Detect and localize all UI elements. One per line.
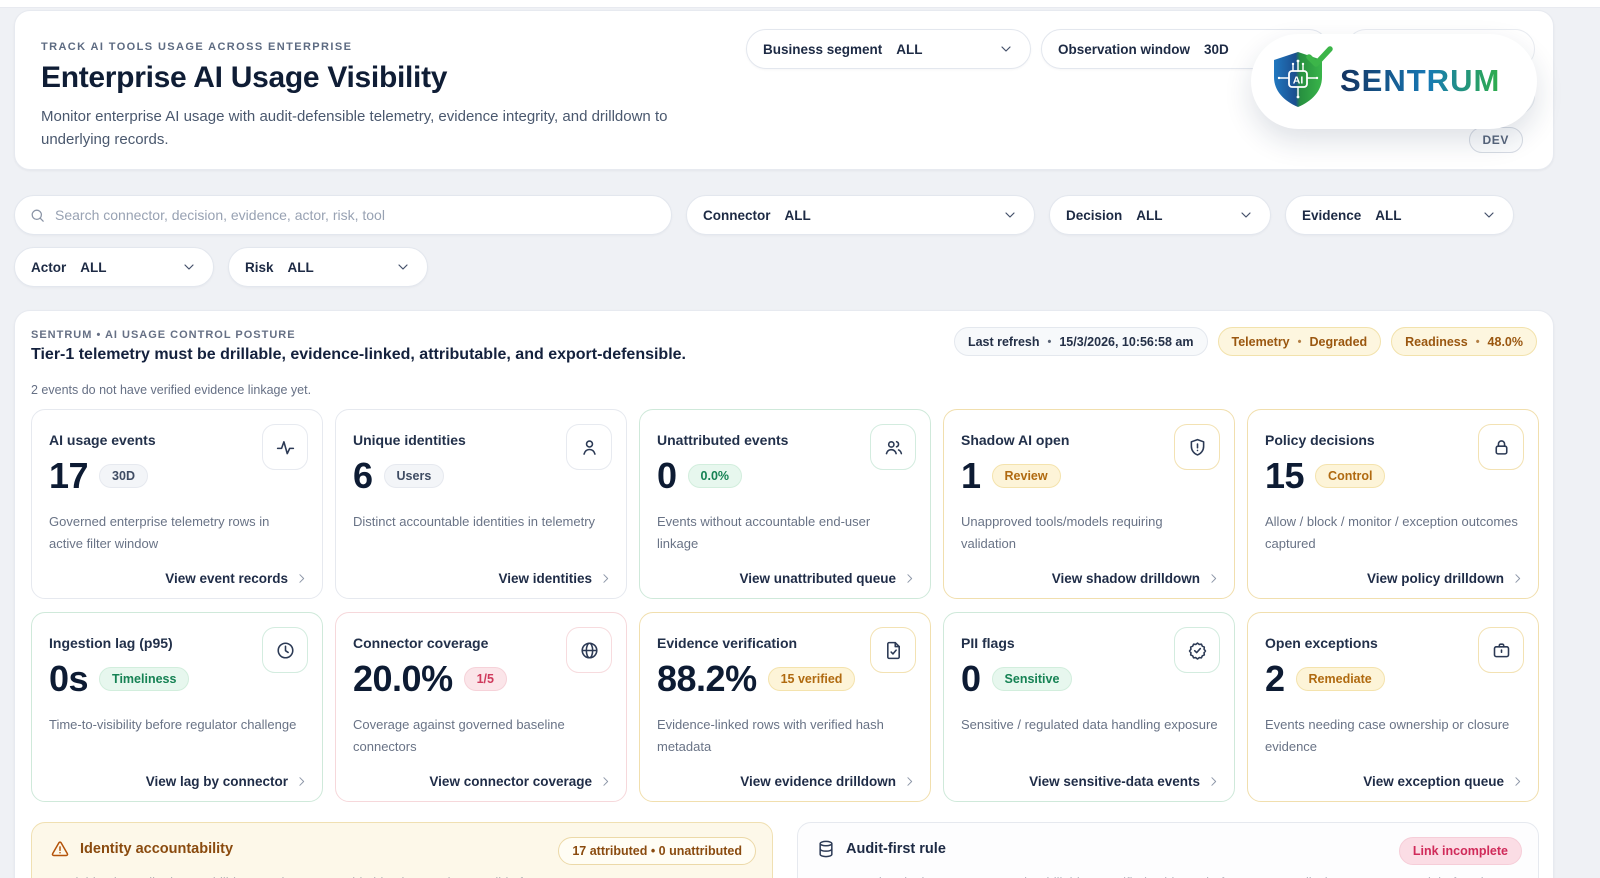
view-identities-link[interactable]: View identities [498, 571, 612, 586]
connector-dropdown[interactable]: Connector ALL [686, 195, 1035, 235]
chevron-right-icon [907, 777, 913, 786]
decision-dropdown[interactable]: Decision ALL [1049, 195, 1271, 235]
posture-headline: Tier-1 telemetry must be drillable, evid… [31, 346, 686, 363]
identity-accountability-banner: Identity accountability 17 attributed • … [31, 822, 773, 878]
view-sensitive-data-events-link[interactable]: View sensitive-data events [1029, 774, 1220, 789]
risk-dropdown[interactable]: Risk ALL [228, 247, 428, 287]
chevron-right-icon [1211, 574, 1217, 583]
sentrum-logo-graphic: AI SENTRUM [1274, 45, 1500, 107]
attribution-count-pill: 17 attributed • 0 unattributed [558, 837, 756, 865]
search-icon [31, 209, 44, 222]
observation-window-value: 30D [1204, 41, 1229, 57]
link-incomplete-pill: Link incomplete [1398, 837, 1522, 865]
kpi-card-ai-usage-events: AI usage events 17 30D Governed enterpris… [31, 409, 323, 599]
chevron-right-icon [1515, 777, 1521, 786]
env-badge: DEV [1468, 127, 1523, 153]
view-unattributed-queue-link[interactable]: View unattributed queue [739, 571, 916, 586]
clock-icon [262, 627, 308, 673]
chevron-down-icon [1241, 212, 1251, 218]
posture-card: SENTRUM • AI USAGE CONTROL POSTURE Tier-… [14, 310, 1554, 878]
posture-note: 2 events do not have verified evidence l… [31, 383, 312, 397]
dashboard-page: TRACK AI TOOLS USAGE ACROSS ENTERPRISE E… [0, 0, 1600, 878]
last-refresh-pill: Last refresh • 15/3/2026, 10:56:58 am [953, 327, 1208, 356]
top-edge-bar [0, 0, 1600, 8]
chevron-down-icon [398, 264, 408, 270]
check-icon [1306, 45, 1333, 67]
chevron-right-icon [907, 574, 913, 583]
file-check-icon [870, 627, 916, 673]
search-bar [14, 195, 672, 235]
kpi-card-shadow-ai-open: Shadow AI open 1 Review Unapproved tools/… [943, 409, 1235, 599]
chevron-right-icon [299, 777, 305, 786]
actor-dropdown[interactable]: Actor ALL [14, 247, 214, 287]
kpi-card-open-exceptions: Open exceptions 2 Remediate Events needin… [1247, 612, 1539, 802]
telemetry-status-pill: Telemetry • Degraded [1217, 327, 1382, 356]
view-lag-by-connector-link[interactable]: View lag by connector [146, 774, 308, 789]
chevron-down-icon [1484, 212, 1494, 218]
status-pills-row: Last refresh • 15/3/2026, 10:56:58 am Tele… [953, 327, 1537, 356]
header-card: TRACK AI TOOLS USAGE ACROSS ENTERPRISE E… [14, 10, 1554, 170]
page-subtitle: Monitor enterprise AI usage with audit-d… [41, 108, 668, 148]
brand-wordmark: SENTRUM [1340, 63, 1500, 98]
users-icon [870, 424, 916, 470]
globe-icon [566, 627, 612, 673]
user-icon [566, 424, 612, 470]
view-connector-coverage-link[interactable]: View connector coverage [429, 774, 612, 789]
business-segment-value: ALL [896, 41, 923, 57]
evidence-dropdown[interactable]: Evidence ALL [1285, 195, 1514, 235]
view-exception-queue-link[interactable]: View exception queue [1363, 774, 1524, 789]
chevron-right-icon [603, 574, 609, 583]
kpi-card-evidence-verification: Evidence verification 88.2% 15 verified E… [639, 612, 931, 802]
kpi-card-pii-flags: PII flags 0 Sensitive Sensitive / regulat… [943, 612, 1235, 802]
kpi-card-ingestion-lag: Ingestion lag (p95) 0s Timeliness Time-to… [31, 612, 323, 802]
banner-body: Track identity attribution so drilldown … [50, 873, 754, 878]
chevron-down-icon [1001, 46, 1011, 52]
chevron-right-icon [1515, 574, 1521, 583]
page-title: Enterprise AI Usage Visibility [41, 61, 448, 94]
badge-check-icon [1174, 627, 1220, 673]
chevron-down-icon [184, 264, 194, 270]
posture-eyebrow: SENTRUM • AI USAGE CONTROL POSTURE [31, 329, 296, 341]
chevron-down-icon [1005, 212, 1015, 218]
logo-monogram: AI [1293, 74, 1304, 86]
observation-window-label: Observation window [1058, 41, 1191, 57]
view-event-records-link[interactable]: View event records [165, 571, 308, 586]
view-shadow-drilldown-link[interactable]: View shadow drilldown [1052, 571, 1220, 586]
view-policy-drilldown-link[interactable]: View policy drilldown [1367, 571, 1524, 586]
lock-icon [1478, 424, 1524, 470]
chevron-right-icon [603, 777, 609, 786]
banner-body: Every regulated telemetry row must be dr… [816, 873, 1520, 878]
warning-triangle-icon [51, 841, 69, 857]
banner-title: Identity accountability [80, 841, 234, 857]
search-input[interactable] [55, 207, 657, 223]
view-evidence-drilldown-link[interactable]: View evidence drilldown [740, 774, 916, 789]
chevron-right-icon [299, 574, 305, 583]
kpi-card-unattributed-events: Unattributed events 0 0.0% Events without… [639, 409, 931, 599]
database-icon [819, 840, 833, 858]
shield-alert-icon [1174, 424, 1220, 470]
readiness-status-pill: Readiness • 48.0% [1391, 327, 1537, 356]
kpi-grid: AI usage events 17 30D Governed enterpris… [31, 409, 1539, 802]
sentrum-logo: AI SENTRUM [1251, 34, 1537, 129]
business-segment-dropdown[interactable]: Business segment ALL [746, 29, 1031, 69]
banner-title: Audit-first rule [846, 841, 946, 857]
banner-row: Identity accountability 17 attributed • … [31, 822, 1539, 878]
activity-icon [262, 424, 308, 470]
kpi-card-unique-identities: Unique identities 6 Users Distinct accoun… [335, 409, 627, 599]
briefcase-icon [1478, 627, 1524, 673]
business-segment-label: Business segment [763, 41, 883, 57]
audit-first-rule-banner: Audit-first rule Link incomplete Every r… [797, 822, 1539, 878]
kpi-card-policy-decisions: Policy decisions 15 Control Allow / block… [1247, 409, 1539, 599]
kpi-card-connector-coverage: Connector coverage 20.0% 1/5 Coverage aga… [335, 612, 627, 802]
chevron-right-icon [1211, 777, 1217, 786]
header-eyebrow: TRACK AI TOOLS USAGE ACROSS ENTERPRISE [41, 41, 353, 53]
